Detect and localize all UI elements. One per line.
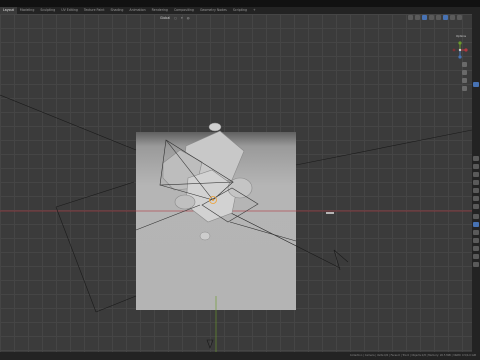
tool-icon[interactable] (473, 246, 479, 251)
tool-icon[interactable] (473, 214, 479, 219)
tool-icon[interactable] (473, 262, 479, 267)
tool-icon[interactable] (473, 230, 479, 235)
bottom-object-marker (206, 339, 214, 349)
right-toolbar (472, 14, 480, 352)
tool-icon[interactable] (473, 196, 479, 201)
tool-icon[interactable] (473, 172, 479, 177)
tool-icon[interactable] (473, 188, 479, 193)
tool-icon[interactable] (473, 204, 479, 209)
tool-icon[interactable] (473, 238, 479, 243)
camera-guide-lines (0, 94, 473, 313)
scene-statistics: Collection | Camera | Verts:0/0 | Faces:… (349, 354, 476, 357)
scene-overlay (0, 94, 473, 352)
tool-icon[interactable] (473, 164, 479, 169)
status-bar: Collection | Camera | Verts:0/0 | Faces:… (0, 352, 480, 360)
tool-icon[interactable] (473, 254, 479, 259)
tool-icon[interactable] (473, 156, 479, 161)
scene-rocks (162, 122, 253, 241)
tool-icon[interactable] (473, 180, 479, 185)
tool-icon[interactable] (473, 222, 479, 227)
tool-icon[interactable] (473, 82, 479, 87)
